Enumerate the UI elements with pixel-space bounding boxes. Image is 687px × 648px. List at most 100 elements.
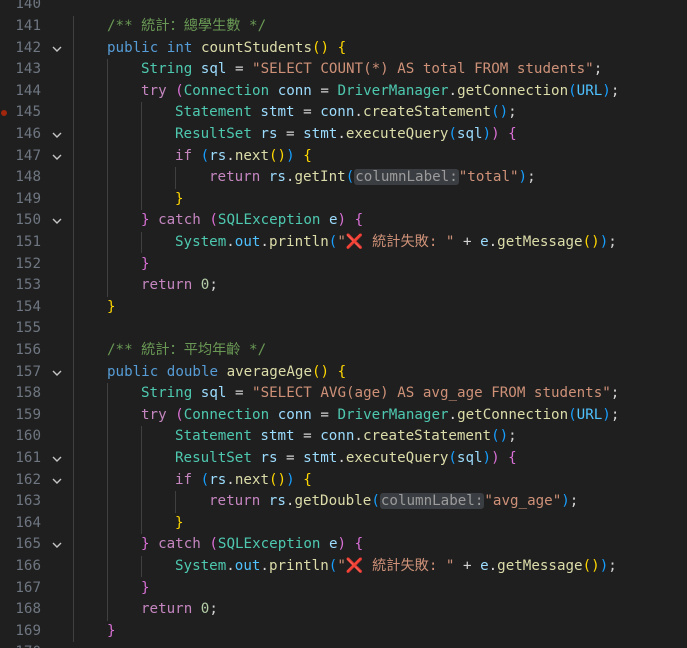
code-line[interactable]: 149} xyxy=(0,189,687,211)
fold-chevron-down-icon[interactable] xyxy=(50,474,64,488)
code-token: ) xyxy=(491,125,500,142)
code-line[interactable]: 166 System.out.println("❌ 統計失敗: " + e.get… xyxy=(0,556,687,578)
code-line[interactable]: 157 public double averageAge() { xyxy=(0,362,687,384)
code-token: () xyxy=(312,363,330,380)
code-line[interactable]: 143 String sql = "SELECT COUNT(*) AS tota… xyxy=(0,59,687,81)
code-line[interactable]: 146 ResultSet rs = stmt.executeQuery(sql)… xyxy=(0,124,687,146)
code-line[interactable]: 148 return rs.getInt(columnLabel:"total")… xyxy=(0,167,687,189)
code-editor[interactable]: 140 141 /** 統計：總學生數 */ 142 public int countS… xyxy=(0,0,687,648)
code-line[interactable]: 168 return 0; xyxy=(0,599,687,621)
line-number: 170 xyxy=(0,642,41,648)
code-token: stmt xyxy=(303,449,338,466)
code-line[interactable]: 150} catch (SQLException e) { xyxy=(0,210,687,232)
code-token: e xyxy=(328,536,338,553)
fold-chevron-down-icon[interactable] xyxy=(50,42,64,56)
code-line[interactable]: 153 return 0; xyxy=(0,275,687,297)
line-number: 157 xyxy=(15,363,41,380)
code-token: System xyxy=(175,233,227,250)
code-line[interactable]: 142 public int countStudents() { xyxy=(0,38,687,60)
code-line[interactable]: 141 /** 統計：總學生數 */ xyxy=(0,16,687,38)
code-text: } catch (SQLException e) { xyxy=(141,534,363,556)
code-token: "total" xyxy=(458,169,519,186)
code-token: . xyxy=(226,471,235,488)
code-token: ; xyxy=(209,601,218,618)
code-line[interactable]: 163 return rs.getDouble(columnLabel:"avg_… xyxy=(0,491,687,513)
line-number: 166 xyxy=(15,557,41,574)
code-token: e xyxy=(480,557,489,574)
code-token: public xyxy=(107,363,159,380)
code-token: Connection xyxy=(183,406,270,423)
code-line[interactable]: 144 try (Connection conn = DriverManager.… xyxy=(0,81,687,103)
fold-chevron-down-icon[interactable] xyxy=(50,214,64,228)
code-token: ResultSet xyxy=(175,449,252,466)
code-token: sql xyxy=(456,449,483,466)
code-line[interactable]: 147 if (rs.next()) { xyxy=(0,146,687,168)
code-token: "SELECT COUNT(*) AS total FROM students" xyxy=(252,61,594,78)
code-token: ( xyxy=(209,212,218,229)
code-token: ( xyxy=(175,406,184,423)
code-token: double xyxy=(166,363,219,380)
code-token: getConnection xyxy=(457,406,569,423)
code-text: } xyxy=(175,189,184,211)
code-line[interactable]: 151 System.out.println("❌ 統計失敗: " + e.get… xyxy=(0,232,687,254)
code-text: } catch (SQLException e) { xyxy=(141,210,363,232)
fold-chevron-down-icon[interactable] xyxy=(50,128,64,142)
line-number: 158 xyxy=(15,385,41,402)
fold-chevron-down-icon[interactable] xyxy=(50,366,64,380)
code-token: println xyxy=(268,557,329,574)
code-token: () xyxy=(269,471,287,488)
code-line[interactable]: 154} xyxy=(0,297,687,319)
code-token: . xyxy=(226,233,235,250)
code-token: try xyxy=(141,82,167,99)
code-line[interactable]: 156 /** 統計：平均年齡 */ xyxy=(0,340,687,362)
code-token: ❌ xyxy=(345,557,364,574)
code-token: next xyxy=(234,147,269,164)
code-token: ; xyxy=(610,406,620,423)
code-line[interactable]: 162 if (rs.next()) { xyxy=(0,470,687,492)
code-line[interactable]: 145 Statement stmt = conn.createStatement… xyxy=(0,102,687,124)
code-token: out xyxy=(234,233,261,250)
fold-chevron-down-icon[interactable] xyxy=(50,452,64,466)
code-line[interactable]: 155 xyxy=(0,318,687,340)
code-token: ( xyxy=(448,449,457,466)
code-line[interactable]: 169} xyxy=(0,621,687,643)
line-number: 148 xyxy=(15,169,41,186)
code-line[interactable]: 167} xyxy=(0,578,687,600)
code-token: next xyxy=(234,471,269,488)
fold-chevron-down-icon[interactable] xyxy=(50,150,64,164)
code-line[interactable]: 159 try (Connection conn = DriverManager.… xyxy=(0,405,687,427)
code-token: . xyxy=(354,104,363,121)
code-line[interactable]: 164} xyxy=(0,513,687,535)
code-token: } xyxy=(141,536,150,553)
code-token: "avg_age" xyxy=(484,493,562,510)
code-line[interactable]: 161 ResultSet rs = stmt.executeQuery(sql)… xyxy=(0,448,687,470)
code-line[interactable]: 165 } catch (SQLException e) { xyxy=(0,534,687,556)
code-text: try (Connection conn = DriverManager.get… xyxy=(141,405,619,427)
code-text: return rs.getInt(columnLabel:"total"); xyxy=(209,167,536,189)
code-text: Statement stmt = conn.createStatement(); xyxy=(175,102,517,124)
code-token: rs xyxy=(268,169,286,186)
code-token: ) xyxy=(602,406,611,423)
code-token: ( xyxy=(568,406,577,423)
code-line[interactable]: 158 String sql = "SELECT AVG(age) AS avg_… xyxy=(0,383,687,405)
code-line[interactable]: 140 xyxy=(0,0,687,16)
code-token: averageAge xyxy=(226,363,313,380)
code-line[interactable]: 160 Statement stmt = conn.createStatement… xyxy=(0,426,687,448)
code-line[interactable]: 170 xyxy=(0,642,687,648)
fold-chevron-down-icon[interactable] xyxy=(50,538,64,552)
line-number: 165 xyxy=(15,536,41,553)
code-token: createStatement xyxy=(362,428,492,445)
code-token: ; xyxy=(593,61,603,78)
code-line[interactable]: 152} xyxy=(0,254,687,276)
